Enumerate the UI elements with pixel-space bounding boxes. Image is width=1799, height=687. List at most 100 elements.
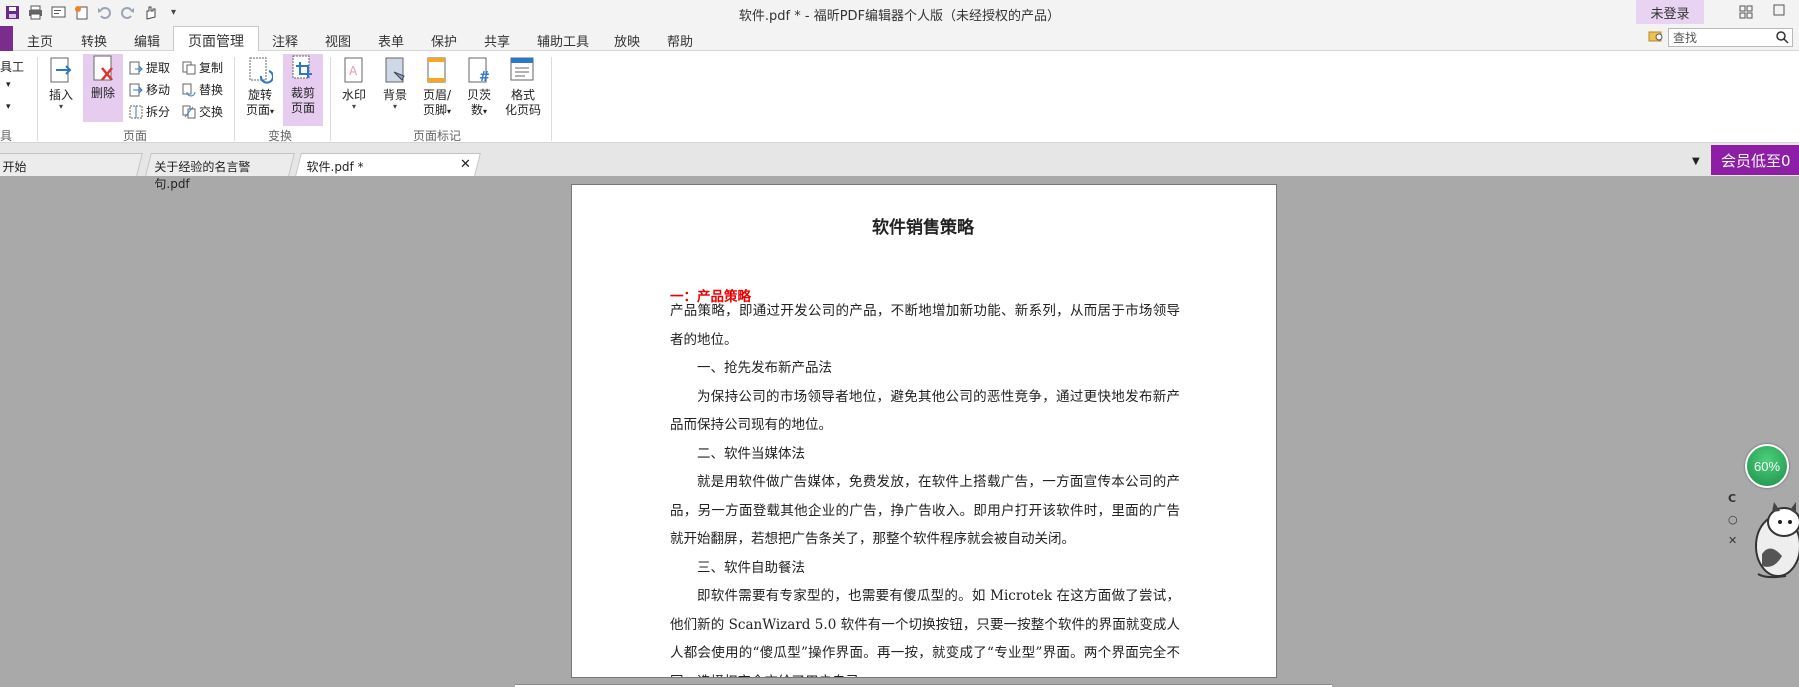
copy-icon (182, 61, 196, 74)
format-page-number-icon (510, 57, 534, 81)
bates-number-button[interactable]: # 贝茨 数▾ (461, 56, 497, 126)
tab-slideshow[interactable]: 放映 (614, 31, 640, 50)
insert-button[interactable]: 插入 ▾ (44, 56, 78, 122)
rotate-page-icon (249, 57, 273, 84)
tab-help[interactable]: 帮助 (667, 31, 693, 50)
separator (330, 57, 331, 141)
login-button[interactable]: 未登录 (1636, 0, 1704, 24)
replace-icon (182, 83, 196, 96)
cut-caret-2[interactable]: ▾ (6, 102, 11, 112)
rotate-label-1: 旋转 (247, 88, 272, 102)
move-button[interactable]: 移动 (129, 81, 170, 98)
watermark-button[interactable]: A 水印 ▾ (337, 56, 371, 122)
split-icon (129, 105, 143, 118)
pdf-page: 软件销售策略 一：产品策略 产品策略，即通过开发公司的产品，不断地增加新功能、新… (571, 184, 1277, 678)
tab-list-dropdown-icon[interactable]: ▼ (1692, 156, 1700, 167)
move-label: 移动 (146, 83, 171, 97)
move-icon (129, 83, 143, 96)
rotate-page-button[interactable]: 旋转 页面▾ (240, 56, 280, 126)
doc-tab-software[interactable]: 软件.pdf * (295, 153, 481, 176)
group-label-page: 页面 (123, 129, 148, 143)
crop-label-1: 裁剪 (290, 86, 315, 100)
background-icon (385, 57, 405, 83)
tab-protect[interactable]: 保护 (431, 31, 457, 50)
c-icon[interactable]: C (1728, 492, 1738, 505)
close-tab-icon[interactable]: ✕ (460, 157, 471, 172)
doc-tab-software-label: 软件.pdf * (306, 160, 364, 174)
circle-icon[interactable]: ○ (1728, 513, 1738, 526)
format-label-2: 化页码 (504, 103, 541, 117)
tab-page-management[interactable]: 页面管理 (173, 26, 259, 52)
group-label-transform: 变换 (268, 129, 293, 143)
swap-label: 交换 (199, 105, 224, 119)
swap-button[interactable]: 交换 (182, 103, 223, 120)
bates-number-icon: # (468, 57, 490, 85)
tab-comment[interactable]: 注释 (272, 31, 298, 50)
insert-icon (50, 57, 72, 83)
tab-tools[interactable]: 辅助工具 (537, 31, 589, 50)
search-area: 查找 (1648, 28, 1793, 47)
extract-button[interactable]: 提取 (129, 59, 170, 76)
crop-page-icon (292, 55, 312, 79)
extract-label: 提取 (146, 61, 171, 75)
doc-tab-start[interactable]: 开始 (0, 153, 143, 176)
file-menu-button[interactable] (0, 26, 13, 51)
close-small-icon[interactable]: ✕ (1728, 534, 1738, 547)
paragraph: 就是用软件做广告媒体，免费发放，在软件上搭载广告，一方面宣传本公司的产品，另一方… (670, 474, 1180, 547)
background-label: 背景 (382, 88, 407, 102)
menu-bar (0, 26, 1799, 51)
title-bar: ▾ 软件.pdf * - 福昕PDF编辑器个人版（未经授权的产品） 未登录 (0, 0, 1799, 26)
separator (37, 57, 38, 141)
doc-tab-quotes-label: 关于经验的名言警句.pdf (154, 160, 251, 191)
bates-label-2: 数 (470, 103, 483, 117)
find-folder-icon[interactable] (1648, 29, 1664, 46)
format-page-number-button[interactable]: 格式 化页码 (502, 56, 544, 126)
split-button[interactable]: 拆分 (129, 103, 170, 120)
tab-form[interactable]: 表单 (378, 31, 404, 50)
paragraph: 为保持公司的市场领导者地位，避免其他公司的恶性竞争，通过更快地发布新产品而保持公… (670, 388, 1180, 434)
tab-home[interactable]: 主页 (27, 31, 53, 50)
window-control-icon[interactable] (1772, 3, 1792, 21)
separator (551, 57, 552, 141)
cut-group-label: 具 (0, 129, 13, 143)
header-footer-button[interactable]: 页眉/页脚▾ (418, 56, 456, 126)
side-tools: C ○ ✕ (1728, 492, 1738, 547)
search-icon[interactable] (1775, 30, 1789, 47)
ribbon: 具工 ▾ ▾ 具 插入 ▾ 删除 提取 移动 拆分 复制 替换 交换 页面 旋转页… (0, 51, 1799, 143)
doc-tab-quotes[interactable]: 关于经验的名言警句.pdf (145, 153, 295, 191)
crop-page-button[interactable]: 裁剪 页面 (283, 54, 323, 126)
paragraph: 产品策略，即通过开发公司的产品，不断地增加新功能、新系列，从而居于市场领导者的地… (670, 303, 1180, 348)
cut-caret-1[interactable]: ▾ (6, 80, 11, 90)
layout-grid-icon[interactable] (1736, 3, 1756, 21)
paragraph: 三、软件自助餐法 (697, 559, 805, 576)
header-footer-icon (427, 57, 446, 83)
swap-icon (182, 105, 196, 118)
background-button[interactable]: 背景 ▾ (378, 56, 412, 122)
tab-share[interactable]: 共享 (484, 31, 510, 50)
delete-icon (93, 55, 113, 81)
watermark-icon: A (344, 57, 363, 83)
bates-label-1: 贝茨 (466, 88, 491, 102)
paragraph: 一、抢先发布新产品法 (697, 360, 832, 376)
member-promo-banner[interactable]: 会员低至0 (1711, 145, 1799, 175)
crop-label-2: 页面 (290, 101, 315, 115)
header-footer-label-1: 页眉/ (422, 88, 452, 102)
document-title: 软件销售策略 (872, 218, 974, 238)
header-footer-label-2: 页脚 (422, 103, 447, 117)
tab-view[interactable]: 视图 (325, 31, 351, 50)
copy-button[interactable]: 复制 (182, 59, 223, 76)
watermark-label: 水印 (341, 88, 366, 102)
tab-edit[interactable]: 编辑 (134, 31, 160, 50)
separator (234, 57, 235, 141)
copy-label: 复制 (199, 61, 224, 75)
search-input[interactable]: 查找 (1668, 28, 1793, 47)
svg-text:#: # (479, 70, 490, 85)
extract-icon (129, 61, 143, 74)
cut-label-1[interactable]: 具工 (0, 58, 24, 75)
paragraph: 二、软件当媒体法 (697, 445, 805, 462)
tab-convert[interactable]: 转换 (81, 31, 107, 50)
format-label-1: 格式 (510, 88, 535, 102)
zoom-indicator[interactable]: 60% (1745, 444, 1789, 488)
delete-button[interactable]: 删除 (83, 54, 123, 122)
replace-button[interactable]: 替换 (182, 81, 223, 98)
